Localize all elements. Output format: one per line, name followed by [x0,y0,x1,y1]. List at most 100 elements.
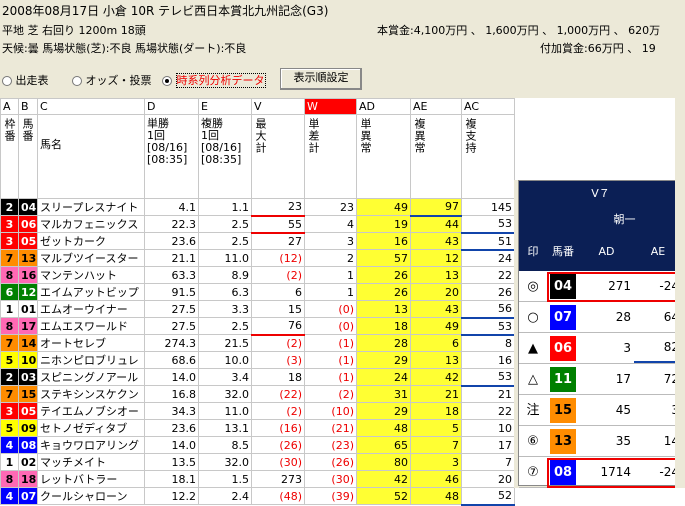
diff-total: (1) [304,351,357,369]
uma-cell: 13 [18,249,38,267]
horse-row[interactable]: 4 08 キョウワロアリング 14.0 8.5 (26) (23) 65 7 17 [0,436,515,454]
fuku-support: 52 [461,487,515,506]
uma-cell: 12 [18,283,38,301]
vertical-scrollbar[interactable] [675,40,685,488]
horse-row[interactable]: 5 10 ニホンピロブリュレ 68.6 10.0 (3) (1) 29 13 16 [0,351,515,369]
horse-row[interactable]: 8 16 マンテンハット 63.3 8.9 (2) 1 26 13 22 [0,266,515,284]
horse-row[interactable]: 3 06 マルカフェニックス 22.3 2.5 55 4 19 44 53 [0,215,515,234]
max-total: (12) [251,249,305,267]
panel-ae-value: 72 [663,372,679,386]
fukusho-odds: 32.0 [198,453,252,471]
tan-abnormal: 49 [356,198,411,216]
horse-row[interactable]: 1 02 マッチメイト 13.5 32.0 (30) (26) 80 3 7 [0,453,515,471]
panel-h-uma: 馬番 [552,245,574,258]
max-total: 27 [251,232,305,250]
fukusho-odds: 2.5 [198,215,252,233]
horse-row[interactable]: 7 13 マルブツイースター 21.1 11.0 (12) 2 57 12 24 [0,249,515,267]
uma-cell: 14 [18,334,38,352]
diff-total: (1) [304,334,357,352]
uma-cell: 05 [18,232,38,250]
horse-row[interactable]: 3 05 テイエムノブシオー 34.3 11.0 (2) (10) 29 18 22 [0,402,515,420]
panel-ad-value: 35 [615,434,631,448]
horse-row[interactable]: 5 09 セトノゼディタブ 23.6 13.1 (16) (21) 48 5 10 [0,419,515,437]
horse-number-badge: 06 [550,336,576,361]
tan-abnormal: 28 [356,334,411,352]
fuku-abnormal: 97 [410,198,462,217]
display-order-button[interactable]: 表示順設定 [280,68,362,90]
tan-abnormal: 29 [356,351,411,369]
fuku-abnormal: 5 [410,419,462,437]
horse-row[interactable]: 4 07 クールシャローン 12.2 2.4 (48) (39) 52 48 52 [0,487,515,506]
fuku-support: 56 [461,300,515,319]
tan-abnormal: 31 [356,385,411,403]
horse-row[interactable]: 7 15 ステキシンスケクン 16.8 32.0 (22) (2) 31 21 21 [0,385,515,403]
fuku-abnormal: 49 [410,317,462,335]
horse-name: クールシャローン [37,487,145,505]
mark-symbol: ⑦ [527,465,539,480]
tan-abnormal: 42 [356,470,411,488]
horse-row[interactable]: 3 05 ゼットカーク 23.6 2.5 27 3 16 43 51 [0,232,515,251]
horse-row[interactable]: 2 04 スリープレスナイト 4.1 1.1 23 23 49 97 145 [0,198,515,217]
panel-ae-value: 3 [634,395,679,426]
panel-ad-value: 28 [615,310,631,324]
horse-name: エムエスワールド [37,317,145,335]
radio-odds-vote[interactable]: オッズ・投票 [72,72,152,88]
fuku-support: 21 [461,385,515,403]
max-total: (48) [251,487,305,505]
horse-row[interactable]: 2 03 スピニングノアール 14.0 3.4 18 (1) 24 42 53 [0,368,515,387]
fuku-abnormal: 12 [410,249,462,267]
header-diff: 単差計 [307,118,320,154]
col-letter: V [251,98,305,115]
panel-row[interactable]: ▲ 06 3 82 [519,333,682,364]
header-waku: 枠番 [3,118,16,142]
horse-name: マンテンハット [37,266,145,284]
header-fuku-abnormal: 複異常 [413,118,426,154]
fukusho-odds: 13.1 [198,419,252,437]
horse-name: ステキシンスケクン [37,385,145,403]
radio-entry-list[interactable]: 出走表 [2,72,49,88]
horse-row[interactable]: 1 01 エムオーウイナー 27.5 3.3 15 (0) 13 43 56 [0,300,515,319]
uma-cell: 06 [18,215,38,233]
horse-name: ニホンピロブリュレ [37,351,145,369]
horse-row[interactable]: 8 17 エムエスワールド 27.5 2.5 76 (0) 18 49 53 [0,317,515,336]
v7-panel: V７ 朝一 印 馬番 AD AE ◎ 04 271 -24 ○ 07 28 64 ▲ 06 3 82 △… [518,180,683,488]
fuku-support: 17 [461,436,515,454]
tan-abnormal: 57 [356,249,411,267]
waku-cell: 1 [0,453,19,471]
tan-abnormal: 48 [356,419,411,437]
diff-total: 3 [304,232,357,250]
horse-name: セトノゼディタブ [37,419,145,437]
fuku-abnormal: 3 [410,453,462,471]
mark-symbol: ▲ [528,341,538,356]
waku-cell: 4 [0,487,19,505]
fuku-abnormal: 13 [410,266,462,284]
panel-row[interactable]: ⑥ 13 35 14 [519,426,682,457]
max-total: (3) [251,351,305,369]
track-info: 平地 芝 右回り 1200m 18頭 [2,24,146,37]
tan-abnormal: 19 [356,215,411,233]
horse-name: レットバトラー [37,470,145,488]
panel-row[interactable]: △ 11 17 72 [519,364,682,395]
horse-row[interactable]: 8 18 レットバトラー 18.1 1.5 273 (30) 42 46 20 [0,470,515,488]
uma-cell: 18 [18,470,38,488]
tansho-odds: 16.8 [144,385,199,403]
radio-selected-icon [162,76,172,86]
waku-cell: 8 [0,317,19,335]
horse-row[interactable]: 6 12 エイムアットビップ 91.5 6.3 6 1 26 20 26 [0,283,515,301]
horse-row[interactable]: 7 14 オートセレブ 274.3 21.5 (2) (1) 28 6 8 [0,334,515,352]
horse-number-badge: 07 [550,305,576,330]
col-letter: E [198,98,252,115]
radio-timeseries[interactable]: 時系列分析データ [162,72,266,88]
uma-cell: 03 [18,368,38,386]
waku-cell: 6 [0,283,19,301]
panel-row[interactable]: 注 15 453 [519,395,682,426]
fuku-abnormal: 21 [410,385,462,403]
fuku-support: 145 [461,198,515,216]
horse-name: エイムアットビップ [37,283,145,301]
max-total: (2) [251,402,305,420]
fuku-support: 7 [461,453,515,471]
mark-symbol: ○ [527,310,539,325]
fuku-support: 8 [461,334,515,352]
uma-cell: 05 [18,402,38,420]
panel-row[interactable]: ○ 07 28 64 [519,302,682,333]
